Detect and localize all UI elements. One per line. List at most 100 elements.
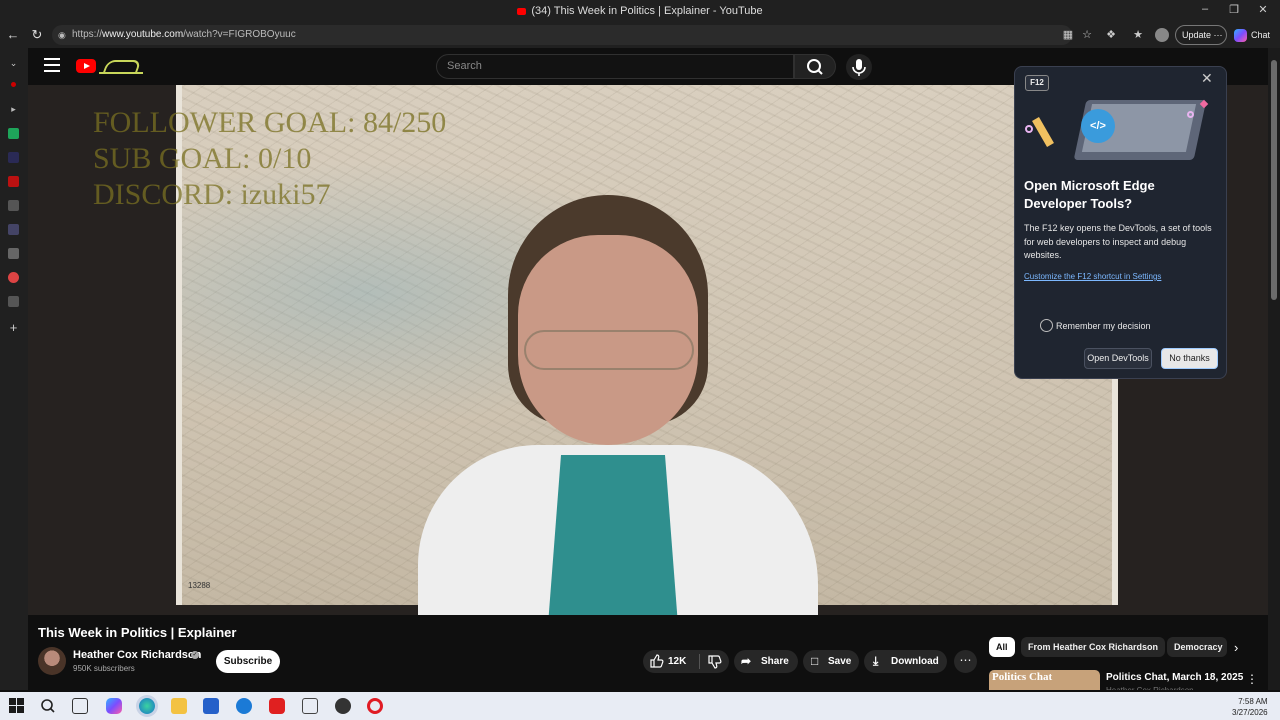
youtube-taskbar-icon[interactable] bbox=[269, 698, 285, 714]
task-view-icon[interactable] bbox=[72, 698, 88, 714]
circle-decor-icon bbox=[1025, 125, 1033, 133]
collapse-icon[interactable]: ⌄ bbox=[8, 58, 19, 69]
ruler-icon bbox=[1032, 117, 1054, 147]
download-label: Download bbox=[891, 656, 939, 667]
chip-all[interactable]: All bbox=[989, 637, 1015, 657]
vertical-tab-doc-icon[interactable] bbox=[8, 248, 19, 259]
dislike-button[interactable] bbox=[700, 650, 729, 673]
back-arrow-icon[interactable]: ← bbox=[4, 26, 22, 44]
chip-democracy[interactable]: Democracy bbox=[1167, 637, 1227, 657]
mute-tab-icon[interactable]: ▸ bbox=[8, 104, 19, 115]
favorites-icon[interactable]: ★ bbox=[1131, 28, 1145, 42]
like-dislike-group: 12K bbox=[643, 650, 729, 673]
chip-from-channel[interactable]: From Heather Cox Richardson bbox=[1021, 637, 1166, 657]
share-arrow-icon: ➦ bbox=[741, 654, 752, 668]
edge-taskbar-icon[interactable] bbox=[139, 698, 155, 714]
open-devtools-button[interactable]: Open DevTools bbox=[1084, 348, 1152, 369]
new-tab-plus-icon[interactable]: + bbox=[8, 321, 19, 334]
voice-search-button[interactable] bbox=[846, 54, 872, 80]
vertical-tab-reddit-icon[interactable] bbox=[8, 272, 19, 283]
f12-key-badge: F12 bbox=[1025, 75, 1049, 91]
remember-decision-label[interactable]: Remember my decision bbox=[1056, 321, 1151, 331]
youtube-doodle-logo[interactable] bbox=[99, 58, 143, 74]
window-title-text: (34) This Week in Politics | Explainer -… bbox=[531, 5, 763, 17]
chevron-right-icon[interactable]: › bbox=[1234, 640, 1238, 655]
share-button[interactable]: ➦ Share bbox=[734, 650, 798, 673]
save-button[interactable]: □ Save bbox=[803, 650, 859, 673]
url-prefix: https:// bbox=[72, 29, 103, 40]
close-icon[interactable]: ✕ bbox=[1201, 70, 1213, 87]
customize-shortcut-link[interactable]: Customize the F12 shortcut in Settings bbox=[1024, 272, 1161, 281]
channel-name[interactable]: Heather Cox Richardson bbox=[73, 649, 201, 661]
vertical-tab-icon-2[interactable] bbox=[8, 224, 19, 235]
scrollbar-thumb[interactable] bbox=[1271, 60, 1277, 300]
download-button[interactable]: ⤓ Download bbox=[864, 650, 947, 673]
restore-button[interactable]: ❐ bbox=[1225, 3, 1243, 19]
system-clock[interactable]: 7:58 AM 3/27/2026 bbox=[1232, 696, 1268, 718]
subscriber-count: 950K subscribers bbox=[73, 664, 135, 673]
dialog-heading: Open Microsoft Edge Developer Tools? bbox=[1024, 178, 1155, 211]
youtube-logo[interactable] bbox=[76, 59, 96, 73]
opera-icon[interactable] bbox=[367, 698, 383, 714]
youtube-tab-icon bbox=[517, 7, 527, 15]
like-button[interactable]: 12K bbox=[643, 650, 699, 673]
app-dark-icon[interactable] bbox=[335, 698, 351, 714]
recommendation-title[interactable]: Politics Chat, March 18, 2025 bbox=[1106, 672, 1243, 683]
video-title: This Week in Politics | Explainer bbox=[38, 625, 237, 640]
menu-icon[interactable] bbox=[44, 58, 60, 72]
like-count: 12K bbox=[668, 656, 687, 667]
vertical-tab-k-icon[interactable] bbox=[8, 128, 19, 139]
page-scrollbar[interactable] bbox=[1268, 48, 1280, 690]
bookmark-icon: □ bbox=[811, 654, 819, 668]
channel-avatar[interactable] bbox=[38, 647, 66, 675]
devtools-illustration: </> bbox=[1025, 95, 1220, 165]
download-icon: ⤓ bbox=[873, 654, 879, 668]
apps-icon[interactable]: ▦ bbox=[1061, 28, 1075, 42]
close-window-button[interactable]: ✕ bbox=[1254, 3, 1272, 19]
presenter-shirt bbox=[548, 455, 678, 615]
vertical-tab-s2-icon[interactable] bbox=[8, 296, 19, 307]
file-explorer-icon[interactable] bbox=[171, 698, 187, 714]
follower-goal-line: FOLLOWER GOAL: 84/250 bbox=[93, 106, 447, 139]
share-label: Share bbox=[761, 656, 789, 667]
app-window-icon[interactable] bbox=[302, 698, 318, 714]
more-actions-button[interactable]: ⋯ bbox=[954, 650, 977, 673]
thumbs-down-icon bbox=[708, 655, 722, 669]
copilot-taskbar-icon[interactable] bbox=[106, 698, 122, 714]
search-taskbar-icon[interactable] bbox=[40, 698, 56, 714]
copilot-chat-button[interactable]: Chat bbox=[1234, 26, 1270, 44]
update-label: Update bbox=[1182, 30, 1212, 40]
favorite-star-icon[interactable]: ☆ bbox=[1080, 28, 1094, 42]
vertical-tab-icon[interactable] bbox=[8, 152, 19, 163]
edge-sidebar: ⌄ ▸ + bbox=[0, 48, 28, 690]
youtube-tab-dot-icon[interactable] bbox=[11, 82, 16, 87]
recommendation-thumbnail[interactable]: Politics Chat bbox=[989, 670, 1100, 690]
remember-decision-radio[interactable] bbox=[1040, 319, 1053, 332]
extensions-icon[interactable]: ❖ bbox=[1104, 28, 1118, 42]
profile-icon[interactable] bbox=[1155, 28, 1169, 42]
search-input[interactable]: Search bbox=[436, 54, 794, 79]
update-button[interactable]: Update ⋯ bbox=[1175, 25, 1227, 45]
subscribe-button[interactable]: Subscribe bbox=[216, 650, 280, 673]
thumbs-up-icon bbox=[650, 654, 664, 668]
discord-line: DISCORD: izuki57 bbox=[93, 178, 331, 211]
search-button[interactable] bbox=[794, 54, 836, 79]
recommendation-menu-icon[interactable]: ⋮ bbox=[1246, 672, 1258, 686]
refresh-icon[interactable]: ↻ bbox=[28, 26, 46, 44]
store-icon[interactable] bbox=[203, 698, 219, 714]
windows-start-icon[interactable] bbox=[9, 698, 25, 714]
app-blue-icon[interactable] bbox=[236, 698, 252, 714]
window-title: (34) This Week in Politics | Explainer -… bbox=[0, 5, 1280, 17]
no-thanks-button[interactable]: No thanks bbox=[1161, 348, 1218, 369]
address-bar-row: ← ↻ ◉ https://www.youtube.com/watch?v=FIG… bbox=[0, 22, 1280, 48]
minimize-button[interactable]: – bbox=[1196, 3, 1214, 19]
vertical-tab-news-icon[interactable] bbox=[8, 176, 19, 187]
save-label: Save bbox=[828, 656, 852, 667]
presenter bbox=[398, 195, 818, 615]
verified-check-icon: ✓ bbox=[191, 651, 199, 659]
clock-date: 3/27/2026 bbox=[1232, 708, 1268, 717]
vertical-tab-s-icon[interactable] bbox=[8, 200, 19, 211]
recommendation-channel: Heather Cox Richardson bbox=[1106, 686, 1194, 690]
url-field[interactable]: ◉ https://www.youtube.com/watch?v=FIGROBO… bbox=[52, 25, 1072, 45]
code-brackets-icon: </> bbox=[1081, 109, 1115, 143]
